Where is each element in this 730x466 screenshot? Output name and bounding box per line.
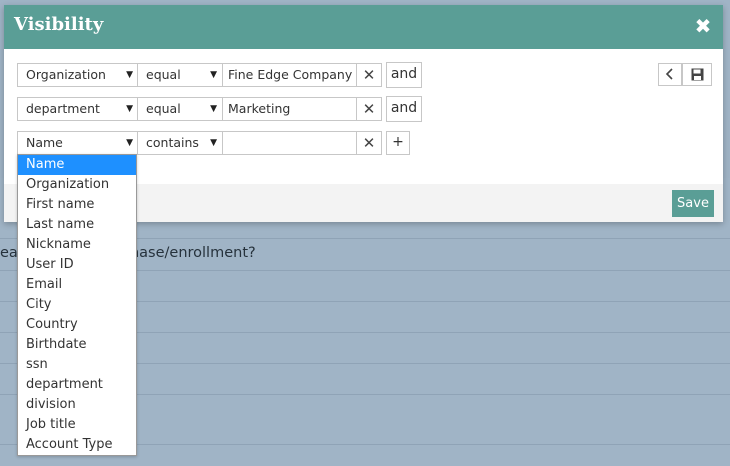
- dropdown-option-country[interactable]: Country: [18, 315, 136, 335]
- caret-down-icon: ▼: [126, 70, 133, 80]
- field-dropdown-list: Name Organization First name Last name N…: [17, 154, 137, 456]
- chevron-left-icon[interactable]: [658, 63, 682, 86]
- background-text-right: chase/enrollment?: [122, 245, 256, 261]
- field-select-value: Name: [26, 135, 63, 150]
- add-condition-button[interactable]: +: [386, 131, 410, 155]
- value-input[interactable]: [222, 131, 357, 155]
- dropdown-option-job-title[interactable]: Job title: [18, 415, 136, 435]
- and-button[interactable]: and: [386, 62, 422, 88]
- value-input[interactable]: Marketing: [222, 97, 357, 121]
- operator-select-value: equal: [146, 101, 181, 116]
- save-button[interactable]: Save: [672, 190, 714, 217]
- value-input[interactable]: Fine Edge Company: [222, 63, 357, 87]
- dropdown-option-city[interactable]: City: [18, 295, 136, 315]
- operator-select-value: equal: [146, 67, 181, 82]
- field-select-value: department: [26, 101, 100, 116]
- dropdown-option-user-id[interactable]: User ID: [18, 255, 136, 275]
- caret-down-icon: ▼: [126, 138, 133, 148]
- dropdown-option-email[interactable]: Email: [18, 275, 136, 295]
- clear-icon[interactable]: ✕: [356, 131, 382, 155]
- dropdown-option-nickname[interactable]: Nickname: [18, 235, 136, 255]
- caret-down-icon: ▼: [210, 70, 217, 80]
- field-select[interactable]: department ▼: [17, 97, 139, 121]
- clear-icon[interactable]: ✕: [356, 63, 382, 87]
- clear-icon[interactable]: ✕: [356, 97, 382, 121]
- field-select[interactable]: Organization ▼: [17, 63, 139, 87]
- dropdown-option-first-name[interactable]: First name: [18, 195, 136, 215]
- dropdown-option-department[interactable]: department: [18, 375, 136, 395]
- caret-down-icon: ▼: [210, 104, 217, 114]
- floppy-disk-icon[interactable]: [682, 63, 712, 86]
- close-icon[interactable]: ✖: [693, 15, 713, 37]
- modal-title: Visibility: [14, 14, 104, 35]
- dropdown-option-division[interactable]: division: [18, 395, 136, 415]
- dropdown-option-name[interactable]: Name: [18, 155, 136, 175]
- operator-select-value: contains: [146, 135, 199, 150]
- operator-select[interactable]: contains ▼: [137, 131, 223, 155]
- dropdown-option-birthdate[interactable]: Birthdate: [18, 335, 136, 355]
- dropdown-option-last-name[interactable]: Last name: [18, 215, 136, 235]
- dropdown-option-account-type[interactable]: Account Type: [18, 435, 136, 455]
- modal-header: Visibility ✖: [4, 5, 723, 49]
- operator-select[interactable]: equal ▼: [137, 63, 223, 87]
- dropdown-option-organization[interactable]: Organization: [18, 175, 136, 195]
- dropdown-option-ssn[interactable]: ssn: [18, 355, 136, 375]
- operator-select[interactable]: equal ▼: [137, 97, 223, 121]
- caret-down-icon: ▼: [126, 104, 133, 114]
- and-button[interactable]: and: [386, 96, 422, 122]
- field-select-value: Organization: [26, 67, 106, 82]
- caret-down-icon: ▼: [210, 138, 217, 148]
- field-select[interactable]: Name ▼: [17, 131, 139, 155]
